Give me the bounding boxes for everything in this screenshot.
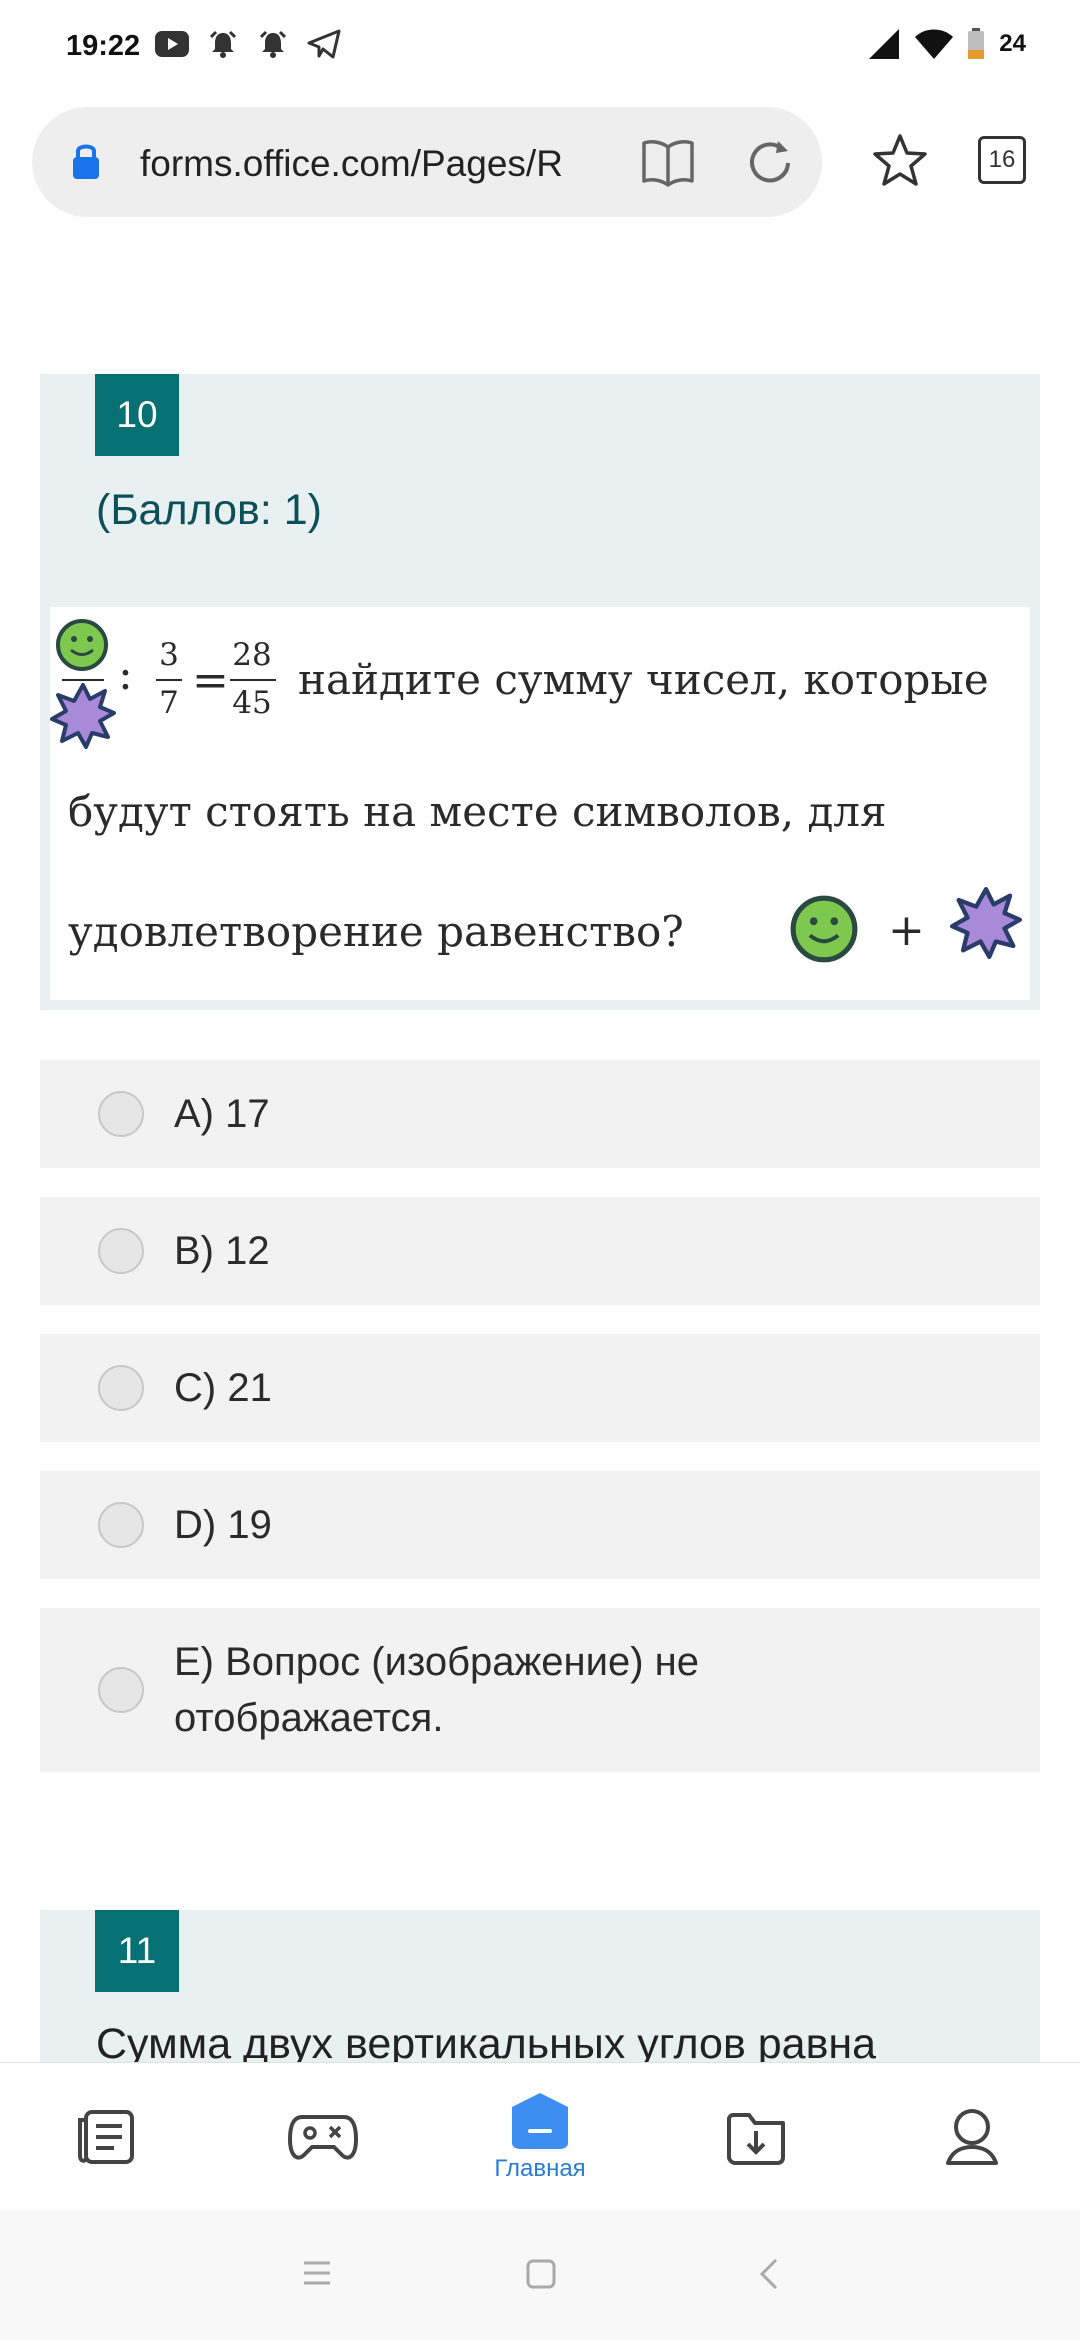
question-card: 10 (Баллов: 1) : 3 7 = 28 45 найдите сум… (40, 374, 1040, 1010)
status-system-icons: 24 (869, 28, 1026, 60)
bottom-navigation: Главная (0, 2062, 1080, 2211)
option-e[interactable]: E) Вопрос (изображение) не отображается. (40, 1608, 1040, 1772)
question-number: 11 (95, 1910, 179, 1992)
gamepad-icon (288, 2115, 358, 2160)
option-label-line2: отображается. (174, 1696, 444, 1740)
menu-icon[interactable] (302, 2260, 332, 2286)
option-label-line1: E) Вопрос (изображение) не (174, 1640, 699, 1684)
question-text-line3: удовлетворение равенство? (68, 907, 684, 956)
option-label: D) 19 (174, 1503, 272, 1547)
address-bar[interactable]: forms.office.com/Pages/R (32, 107, 822, 217)
alarm-icon (259, 30, 287, 58)
option-c[interactable]: C) 21 (40, 1334, 1040, 1442)
reload-icon[interactable] (744, 137, 796, 189)
radio-button[interactable] (98, 1667, 144, 1713)
option-label: B) 12 (174, 1229, 270, 1273)
signal-icon (869, 29, 900, 59)
star-blob-icon (950, 887, 1022, 959)
question-points: (Баллов: 1) (96, 486, 323, 534)
home-square-icon[interactable] (526, 2259, 556, 2289)
next-question-card: 11 Сумма двух вертикальных углов равна (40, 1910, 1040, 2062)
fraction2-bar (230, 679, 276, 681)
question-text-line2: будут стоять на месте символов, для (68, 787, 887, 836)
notes-icon (78, 2110, 134, 2164)
reader-mode-icon[interactable] (640, 137, 696, 187)
wifi-icon (915, 29, 954, 59)
profile-icon (946, 2109, 998, 2165)
system-navigation-bar (0, 2210, 1080, 2340)
nav-item-profile[interactable] (902, 2063, 1042, 2211)
option-b[interactable]: B) 12 (40, 1197, 1040, 1305)
nav-item-home[interactable]: Главная (470, 2063, 610, 2211)
symbol-fraction-bar (62, 679, 104, 681)
lock-icon (73, 144, 99, 179)
plus-sign: + (888, 905, 925, 956)
home-icon (512, 2093, 568, 2149)
fraction2-denominator: 45 (232, 685, 272, 721)
option-label: C) 21 (174, 1366, 272, 1410)
alarm-icon (209, 30, 237, 58)
fraction2-numerator: 28 (232, 637, 272, 673)
fraction1-numerator: 3 (159, 637, 179, 673)
tabs-count-button[interactable]: 16 (978, 136, 1026, 184)
nav-item-downloads[interactable] (686, 2063, 826, 2211)
url-text[interactable]: forms.office.com/Pages/R (140, 143, 620, 185)
radio-button[interactable] (98, 1365, 144, 1411)
option-d[interactable]: D) 19 (40, 1471, 1040, 1579)
nav-item-games[interactable] (253, 2063, 393, 2211)
download-icon (727, 2113, 785, 2165)
radio-button[interactable] (98, 1502, 144, 1548)
star-blob-icon (50, 683, 116, 749)
fraction1-bar (156, 679, 182, 681)
status-notification-icons (155, 28, 341, 60)
option-label: A) 17 (174, 1092, 270, 1136)
equals-sign: = (192, 655, 229, 706)
status-bar: 19:22 24 (0, 0, 1080, 100)
question-text: Сумма двух вертикальных углов равна (96, 2020, 877, 2062)
radio-button[interactable] (98, 1228, 144, 1274)
telegram-icon (307, 29, 341, 59)
youtube-icon (155, 31, 189, 57)
radio-button[interactable] (98, 1091, 144, 1137)
nav-item-notes[interactable] (37, 2063, 177, 2211)
colon-sign: : (118, 649, 133, 700)
bookmark-star-icon[interactable] (872, 133, 928, 187)
option-a[interactable]: A) 17 (40, 1060, 1040, 1168)
fraction1-denominator: 7 (159, 685, 179, 721)
battery-icon (968, 28, 985, 59)
question-text-line1: найдите сумму чисел, которые (298, 655, 989, 704)
status-time: 19:22 (66, 30, 141, 62)
battery-level: 24 (999, 30, 1026, 57)
smiley-icon (790, 895, 858, 963)
question-image: : 3 7 = 28 45 найдите сумму чисел, котор… (50, 607, 1030, 1000)
question-number: 10 (95, 374, 179, 456)
nav-label-home: Главная (494, 2155, 586, 2182)
back-icon[interactable] (758, 2258, 782, 2290)
smiley-icon (56, 619, 108, 671)
